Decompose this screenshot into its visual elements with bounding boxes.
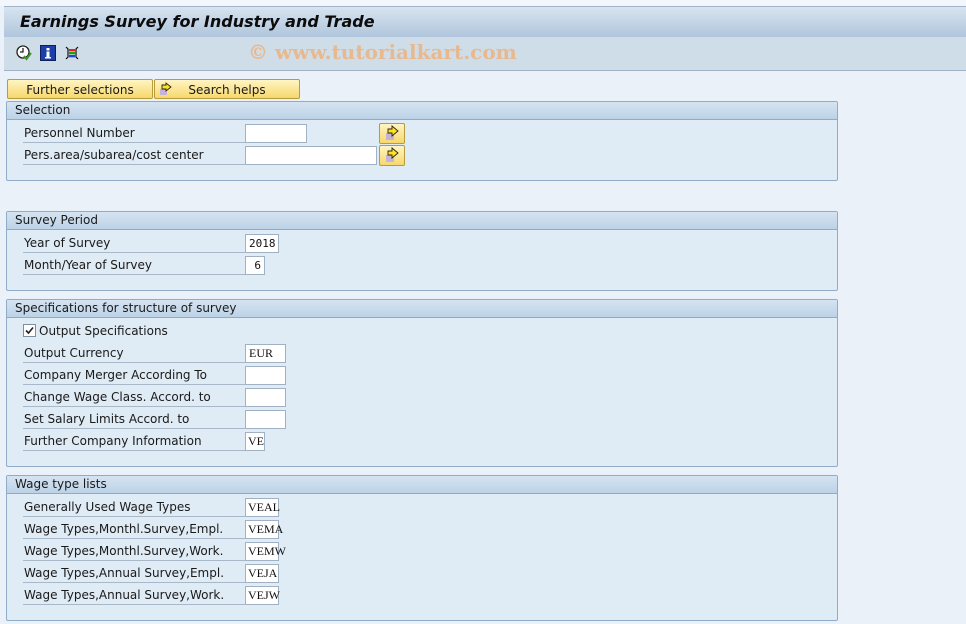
selection-group: Selection Personnel Number Pers.area/sub… [6, 101, 838, 181]
wage-type-row: Wage Types,Annual Survey,Empl. VEJA [23, 562, 423, 584]
field-label: Wage Types,Monthl.Survey,Work. [23, 542, 245, 561]
execute-clock-icon[interactable] [16, 45, 32, 61]
wage-type-input[interactable]: VEJW [245, 586, 280, 605]
pers-area-row: Pers.area/subarea/cost center [23, 144, 423, 166]
field-label: Year of Survey [23, 234, 245, 253]
wage-type-row: Wage Types,Monthl.Survey,Work. VEMW [23, 540, 423, 562]
checkbox-label: Output Specifications [39, 324, 168, 338]
year-of-survey-row: Year of Survey 2018 [23, 232, 423, 254]
field-label: Change Wage Class. Accord. to [23, 388, 245, 407]
field-label: Further Company Information [23, 432, 245, 451]
year-of-survey-input[interactable]: 2018 [245, 234, 279, 253]
field-label: Pers.area/subarea/cost center [23, 146, 245, 165]
group-header: Selection [7, 102, 837, 120]
output-specifications-checkbox[interactable] [23, 324, 36, 337]
field-label: Company Merger According To [23, 366, 245, 385]
field-label: Output Currency [23, 344, 245, 363]
wage-type-row: Wage Types,Annual Survey,Work. VEJW [23, 584, 423, 606]
variant-list-icon[interactable] [64, 45, 80, 61]
page-title: Earnings Survey for Industry and Trade [20, 12, 375, 31]
further-selections-button[interactable]: Further selections [7, 79, 153, 99]
personnel-number-row: Personnel Number [23, 122, 423, 144]
wage-type-input[interactable]: VEAL [245, 498, 280, 517]
change-wage-class-row: Change Wage Class. Accord. to [23, 386, 423, 408]
field-label: Wage Types,Annual Survey,Empl. [23, 564, 245, 583]
search-helps-label: Search helps [188, 83, 266, 97]
month-of-survey-input[interactable]: 6 [245, 256, 265, 275]
field-label: Generally Used Wage Types [23, 498, 245, 517]
further-company-info-row: Further Company Information VE [23, 430, 423, 452]
wage-type-row: Wage Types,Monthl.Survey,Empl. VEMA [23, 518, 423, 540]
wage-type-input[interactable]: VEMW [245, 542, 286, 561]
watermark: © www.tutorialkart.com [248, 40, 517, 64]
search-help-arrow-icon [159, 82, 173, 102]
group-header: Survey Period [7, 212, 837, 230]
personnel-number-multiselect-button[interactable] [379, 123, 405, 144]
specifications-group: Specifications for structure of survey O… [6, 299, 838, 467]
field-label: Wage Types,Monthl.Survey,Empl. [23, 520, 245, 539]
pers-area-input[interactable] [245, 146, 377, 165]
further-company-info-input[interactable]: VE [245, 432, 265, 451]
survey-period-group: Survey Period Year of Survey 2018 Month/… [6, 211, 838, 291]
personnel-number-input[interactable] [245, 124, 307, 143]
output-currency-row: Output Currency EUR [23, 342, 423, 364]
further-selections-label: Further selections [26, 83, 134, 97]
company-merger-input[interactable] [245, 366, 286, 385]
group-header: Specifications for structure of survey [7, 300, 837, 318]
field-label: Wage Types,Annual Survey,Work. [23, 586, 245, 605]
application-toolbar: © www.tutorialkart.com [4, 37, 966, 71]
output-currency-input[interactable]: EUR [245, 344, 286, 363]
group-header: Wage type lists [7, 476, 837, 494]
wage-type-lists-group: Wage type lists Generally Used Wage Type… [6, 475, 838, 621]
wage-type-row: Generally Used Wage Types VEAL [23, 496, 423, 518]
field-label: Set Salary Limits Accord. to [23, 410, 245, 429]
field-label: Month/Year of Survey [23, 256, 245, 275]
pers-area-multiselect-button[interactable] [379, 145, 405, 166]
search-helps-button[interactable]: Search helps [154, 79, 300, 99]
field-label: Personnel Number [23, 124, 245, 143]
wage-type-input[interactable]: VEJA [245, 564, 279, 583]
info-icon[interactable] [40, 45, 56, 61]
salary-limits-input[interactable] [245, 410, 286, 429]
title-bar: Earnings Survey for Industry and Trade [4, 6, 966, 37]
output-specifications-row: Output Specifications [23, 320, 323, 342]
salary-limits-row: Set Salary Limits Accord. to [23, 408, 423, 430]
change-wage-class-input[interactable] [245, 388, 286, 407]
wage-type-input[interactable]: VEMA [245, 520, 283, 539]
company-merger-row: Company Merger According To [23, 364, 423, 386]
month-of-survey-row: Month/Year of Survey 6 [23, 254, 423, 276]
